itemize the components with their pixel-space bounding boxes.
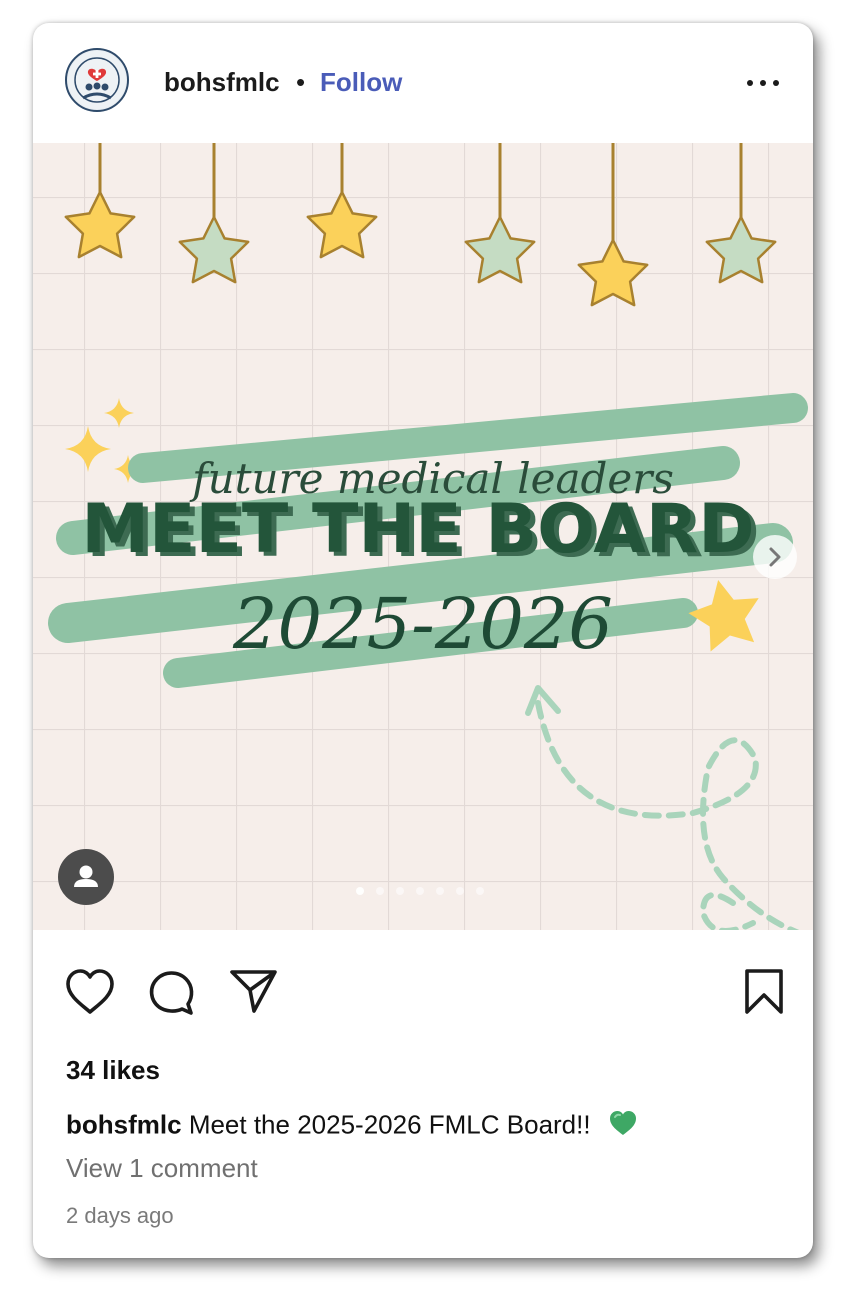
- heart-icon: [66, 969, 114, 1014]
- caption-text: Meet the 2025-2026 FMLC Board!!: [188, 1109, 591, 1140]
- username[interactable]: bohsfmlc: [164, 67, 280, 98]
- view-comments-link[interactable]: View 1 comment: [66, 1153, 258, 1184]
- club-logo-icon: [68, 51, 126, 109]
- carousel-next-button[interactable]: [753, 535, 797, 579]
- person-icon: [74, 865, 98, 887]
- carousel-dot: [436, 887, 444, 895]
- post-image[interactable]: future medical leaders MEET THE BOARD ME…: [33, 143, 813, 930]
- board-announcement-graphic: future medical leaders MEET THE BOARD ME…: [33, 143, 813, 930]
- share-button[interactable]: [229, 968, 279, 1021]
- carousel-dot: [396, 887, 404, 895]
- comment-button[interactable]: [147, 968, 197, 1023]
- post-card: bohsfmlc • Follow future medical leaders…: [33, 23, 813, 1258]
- separator-dot: •: [296, 67, 306, 97]
- post-caption: bohsfmlc Meet the 2025-2026 FMLC Board!!: [66, 1109, 638, 1144]
- more-options-icon[interactable]: [745, 79, 781, 89]
- tagged-users-button[interactable]: [58, 849, 114, 905]
- caption-username[interactable]: bohsfmlc: [66, 1109, 182, 1139]
- send-icon: [230, 970, 277, 1013]
- board-years: 2025-2026: [232, 583, 613, 665]
- post-header: bohsfmlc • Follow: [33, 23, 813, 143]
- like-count[interactable]: 34 likes: [66, 1055, 160, 1086]
- carousel-indicator: [356, 887, 496, 897]
- headline: MEET THE BOARD: [81, 490, 754, 569]
- bookmark-icon: [745, 969, 783, 1014]
- carousel-dot-active: [356, 887, 364, 895]
- profile-avatar[interactable]: [65, 48, 129, 112]
- comment-icon: [149, 971, 194, 1015]
- chevron-right-icon: [769, 547, 781, 567]
- like-button[interactable]: [64, 968, 116, 1021]
- carousel-dot: [376, 887, 384, 895]
- save-button[interactable]: [742, 968, 786, 1021]
- carousel-dot: [476, 887, 484, 895]
- follow-button[interactable]: Follow: [320, 67, 402, 98]
- carousel-dot: [456, 887, 464, 895]
- carousel-dot: [416, 887, 424, 895]
- post-timestamp: 2 days ago: [66, 1203, 174, 1228]
- green-heart-icon: [608, 1109, 638, 1144]
